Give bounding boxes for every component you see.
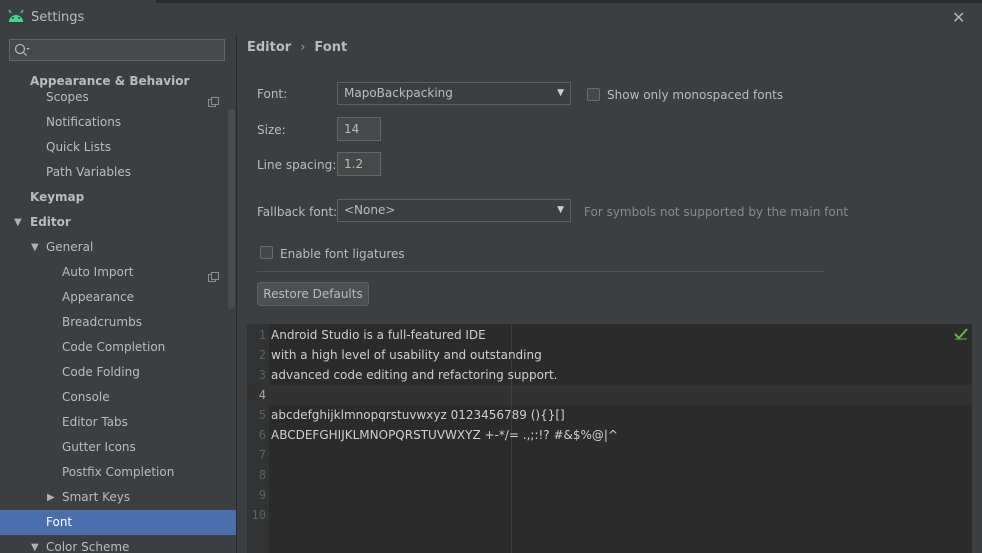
divider [257,271,824,272]
fallback-font-label: Fallback font: [257,205,338,219]
sidebar-item-label: Scopes [46,90,89,104]
android-studio-icon [7,9,25,26]
sidebar-item-editor-tabs[interactable]: Editor Tabs [62,410,128,435]
line-number: 2 [258,348,266,362]
sidebar-item-label: General [46,240,94,254]
sidebar-item-smart-keys[interactable]: ▶ Smart Keys [0,485,236,510]
font-dropdown-value: MapoBackpacking [344,86,453,100]
sidebar-item-font[interactable]: Font [0,510,236,535]
line-number: 5 [258,408,266,422]
line-text: ABCDEFGHIJKLMNOPQRSTUVWXYZ +-*/= .,;:!? … [271,428,619,442]
search-input[interactable] [9,39,225,61]
font-dropdown[interactable]: MapoBackpacking ▼ [337,82,571,105]
chevron-right-icon[interactable]: ▶ [47,485,55,510]
fallback-font-hint: For symbols not supported by the main fo… [584,205,849,219]
preview-line: 6 ABCDEFGHIJKLMNOPQRSTUVWXYZ +-*/= .,;:!… [247,425,972,445]
sidebar-item-label: Smart Keys [62,490,131,504]
line-number: 3 [258,368,266,382]
line-number: 6 [258,428,266,442]
chevron-right-icon: › [300,40,306,55]
sidebar-item-label: Color Scheme [46,540,130,553]
sidebar-item-label: Editor [30,215,71,229]
preview-line: 5 abcdefghijklmnopqrstuvwxyz 0123456789 … [247,405,972,425]
dropdown-arrow-icon: ▼ [557,205,564,215]
preview-line: 8 [247,465,972,485]
line-text: abcdefghijklmnopqrstuvwxyz 0123456789 ()… [271,408,565,422]
sidebar-item-color-scheme[interactable]: ▼ Color Scheme [0,535,236,553]
line-number: 9 [258,488,266,502]
preview-line: 3 advanced code editing and refactoring … [247,365,972,385]
chevron-down-icon[interactable]: ▼ [31,535,39,553]
project-level-icon [208,267,219,292]
sidebar-item-code-completion[interactable]: Code Completion [62,335,165,360]
font-ligatures-checkbox[interactable] [260,246,273,259]
breadcrumb-current: Font [314,40,348,55]
font-ligatures-label[interactable]: Enable font ligatures [280,247,405,261]
window-title: Settings [31,10,85,25]
breadcrumb-parent[interactable]: Editor [247,40,291,55]
line-number: 4 [258,388,266,402]
line-number: 10 [251,508,266,522]
size-field[interactable]: 14 [337,117,381,141]
sidebar-item-scopes[interactable]: Scopes [0,85,236,110]
background-window-strip [156,0,982,3]
sidebar-item-gutter-icons[interactable]: Gutter Icons [62,435,136,460]
dropdown-arrow-icon: ▼ [557,88,564,98]
line-spacing-label: Line spacing: [257,158,337,172]
sidebar-item-notifications[interactable]: Notifications [46,110,121,135]
size-label: Size: [257,123,286,137]
sidebar-item-quick-lists[interactable]: Quick Lists [46,135,111,160]
font-label: Font: [257,87,288,101]
line-text: advanced code editing and refactoring su… [271,368,558,382]
preview-line: 7 [247,445,972,465]
line-spacing-field[interactable]: 1.2 [337,152,381,176]
close-icon[interactable]: ✕ [952,8,965,27]
sidebar-scrollbar[interactable] [228,109,235,309]
fallback-font-value: <None> [344,203,396,217]
line-text: with a high level of usability and outst… [271,348,542,362]
restore-defaults-button[interactable]: Restore Defaults [257,282,369,306]
font-preview-editor[interactable]: 1 Android Studio is a full-featured IDE … [247,324,972,553]
line-number: 7 [258,448,266,462]
fallback-font-dropdown[interactable]: <None> ▼ [337,199,571,222]
breadcrumb: Editor › Font [247,40,347,55]
sidebar-item-editor[interactable]: ▼ Editor [0,210,236,235]
preview-line: 10 [247,505,972,525]
sidebar-item-code-folding[interactable]: Code Folding [62,360,140,385]
sidebar-item-breadcrumbs[interactable]: Breadcrumbs [62,310,142,335]
sidebar-item-label: Auto Import [62,265,134,279]
show-monospaced-label[interactable]: Show only monospaced fonts [607,88,783,102]
sidebar-item-console[interactable]: Console [62,385,110,410]
preview-line: 4 [247,385,972,405]
search-icon [14,43,30,60]
line-number: 1 [258,328,266,342]
show-monospaced-checkbox[interactable] [587,88,600,101]
title-bar: Settings ✕ [0,0,982,34]
chevron-down-icon[interactable]: ▼ [14,210,22,235]
sidebar-item-keymap[interactable]: Keymap [30,185,84,210]
project-level-icon [208,92,219,117]
sidebar-item-path-variables[interactable]: Path Variables [46,160,131,185]
sidebar-item-postfix-completion[interactable]: Postfix Completion [62,460,174,485]
sidebar-item-auto-import[interactable]: Auto Import [0,260,236,285]
preview-line: 2 with a high level of usability and out… [247,345,972,365]
settings-sidebar: Appearance & Behavior Scopes Notificatio… [0,34,237,553]
sidebar-item-appearance[interactable]: Appearance [62,285,134,310]
line-number: 8 [258,468,266,482]
font-settings-panel: Editor › Font Font: MapoBackpacking ▼ Show… [237,34,982,553]
line-text: Android Studio is a full-featured IDE [271,328,486,342]
preview-line: 1 Android Studio is a full-featured IDE [247,325,972,345]
preview-line: 9 [247,485,972,505]
chevron-down-icon[interactable]: ▼ [31,235,39,260]
sidebar-item-label: Font [46,515,73,529]
sidebar-item-general[interactable]: ▼ General [0,235,236,260]
